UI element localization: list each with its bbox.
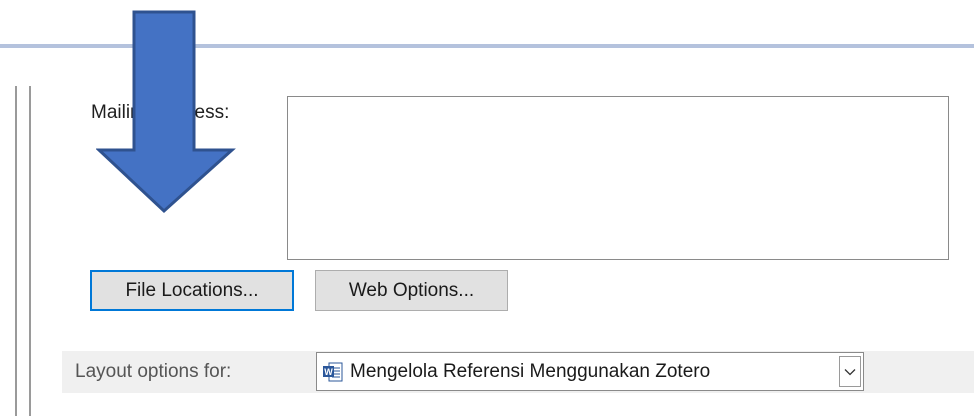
scroll-panel-edge xyxy=(15,86,31,416)
word-document-icon: W xyxy=(322,361,344,383)
web-options-button[interactable]: Web Options... xyxy=(315,270,508,311)
document-select[interactable]: W Mengelola Referensi Menggunakan Zotero xyxy=(316,352,864,391)
selected-document-name: Mengelola Referensi Menggunakan Zotero xyxy=(350,361,711,382)
dropdown-button[interactable] xyxy=(839,356,861,387)
layout-options-label: Layout options for: xyxy=(75,361,232,382)
svg-text:W: W xyxy=(324,367,333,377)
mailing-address-field[interactable] xyxy=(287,96,949,260)
file-locations-button[interactable]: File Locations... xyxy=(90,270,294,311)
chevron-down-icon xyxy=(844,368,856,375)
down-arrow-icon xyxy=(96,10,236,214)
